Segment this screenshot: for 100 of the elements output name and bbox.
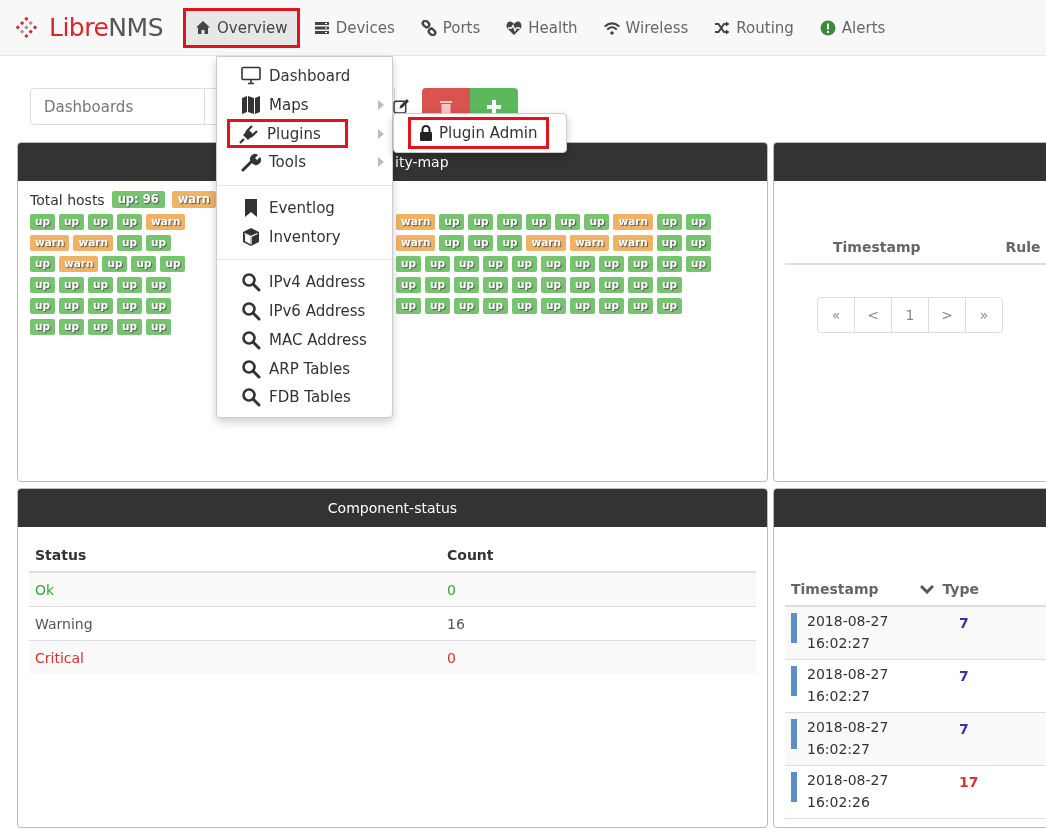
status-tile[interactable]: up [59, 214, 84, 230]
status-tile[interactable]: warn [30, 235, 70, 251]
status-tile[interactable]: up [657, 277, 682, 293]
status-tile[interactable]: warn [569, 235, 610, 251]
status-tile[interactable]: up [685, 214, 711, 230]
status-tile[interactable]: up [555, 214, 581, 230]
status-tile[interactable]: up [396, 277, 421, 293]
menu-item[interactable]: Tools [217, 148, 392, 177]
status-tile[interactable]: up [116, 235, 142, 251]
status-tile[interactable]: up [570, 277, 595, 293]
status-tile[interactable]: up [512, 256, 537, 272]
page-button[interactable]: « [817, 297, 855, 333]
menu-item[interactable]: Eventlog [217, 193, 392, 223]
status-tile[interactable]: up [541, 256, 566, 272]
status-tile[interactable]: up [599, 256, 624, 272]
chevron-down-icon[interactable] [920, 584, 935, 594]
nav-item[interactable]: Overview [183, 7, 300, 48]
status-tile[interactable]: up [439, 214, 465, 230]
status-tile[interactable]: up [483, 298, 508, 314]
status-tile[interactable]: up [570, 256, 595, 272]
status-tile[interactable]: warn [59, 256, 99, 272]
status-tile[interactable]: up [454, 277, 479, 293]
status-tile[interactable]: up [628, 277, 653, 293]
status-tile[interactable]: up [88, 277, 113, 293]
status-tile[interactable]: up [425, 298, 450, 314]
status-tile[interactable]: up [599, 298, 624, 314]
status-tile[interactable]: up [454, 298, 479, 314]
nav-item[interactable]: Alerts [807, 7, 898, 48]
status-tile[interactable]: up [145, 235, 171, 251]
page-button[interactable]: < [854, 297, 892, 333]
page-button[interactable]: » [965, 297, 1003, 333]
status-tile[interactable]: up [497, 214, 523, 230]
status-tile[interactable]: up [468, 235, 494, 251]
status-tile[interactable]: up [454, 256, 479, 272]
menu-item[interactable]: MAC Address [217, 325, 392, 355]
status-tile[interactable]: up [468, 214, 494, 230]
status-tile[interactable]: warn [613, 214, 653, 230]
status-tile[interactable]: up [541, 298, 566, 314]
status-tile[interactable]: up [483, 256, 508, 272]
menu-item[interactable]: Plugin Admin [408, 117, 549, 149]
nav-item[interactable]: Health [494, 7, 590, 48]
status-tile[interactable]: up [584, 214, 610, 230]
status-tile[interactable]: up [30, 277, 55, 293]
status-tile[interactable]: up [131, 256, 157, 272]
status-tile[interactable]: warn [396, 214, 436, 230]
status-tile[interactable]: up [541, 277, 566, 293]
status-tile[interactable]: up [570, 298, 595, 314]
dashboard-select[interactable]: Dashboards [30, 88, 205, 125]
edit-icon[interactable] [393, 98, 410, 115]
status-tile[interactable]: up [117, 319, 142, 335]
status-tile[interactable]: warn [73, 235, 113, 251]
status-tile[interactable]: up [599, 277, 624, 293]
status-tile[interactable]: up [425, 277, 450, 293]
status-tile[interactable]: up [30, 298, 55, 314]
status-tile[interactable]: up [102, 256, 128, 272]
status-tile[interactable]: up [628, 298, 653, 314]
status-tile[interactable]: up [59, 319, 84, 335]
status-tile[interactable]: up [396, 256, 421, 272]
menu-item[interactable]: Inventory [217, 222, 392, 252]
status-tile[interactable]: up [160, 256, 186, 272]
status-tile[interactable]: up [117, 298, 142, 314]
status-tile[interactable]: up [483, 277, 508, 293]
status-tile[interactable]: up [512, 277, 537, 293]
status-tile[interactable]: up [657, 256, 682, 272]
page-button[interactable]: > [928, 297, 966, 333]
status-tile[interactable]: up [526, 214, 552, 230]
status-tile[interactable]: up [30, 319, 55, 335]
status-tile[interactable]: up [146, 298, 171, 314]
status-tile[interactable]: up [59, 277, 84, 293]
nav-item[interactable]: Wireless [591, 7, 701, 48]
status-tile[interactable]: warn [613, 235, 653, 251]
status-tile[interactable]: up [396, 298, 421, 314]
status-tile[interactable]: up [30, 256, 55, 272]
status-tile[interactable]: up [628, 256, 653, 272]
status-tile[interactable]: warn [526, 235, 566, 251]
page-button[interactable]: 1 [891, 297, 929, 333]
menu-item[interactable]: Plugins [227, 119, 348, 149]
status-tile[interactable]: up [117, 214, 142, 230]
status-tile[interactable]: up [59, 298, 84, 314]
status-tile[interactable]: up [88, 214, 113, 230]
status-tile[interactable]: up: 96 [111, 191, 165, 208]
status-tile[interactable]: warn [396, 235, 436, 251]
menu-item[interactable]: IPv4 Address [217, 268, 392, 297]
nav-item[interactable]: Ports [408, 7, 493, 48]
status-tile[interactable]: up [656, 235, 682, 251]
nav-item[interactable]: Devices [301, 7, 407, 48]
status-tile[interactable]: up [686, 256, 711, 272]
menu-item[interactable]: ARP Tables [217, 354, 392, 383]
status-tile[interactable]: up [512, 298, 537, 314]
status-tile[interactable]: up [497, 235, 523, 251]
status-tile[interactable]: up [685, 235, 711, 251]
menu-item[interactable]: Maps [217, 90, 392, 120]
status-tile[interactable]: up [425, 256, 450, 272]
status-tile[interactable]: up [439, 235, 465, 251]
nav-item[interactable]: Routing [702, 7, 806, 48]
menu-item[interactable]: FDB Tables [217, 382, 392, 412]
status-tile[interactable]: up [146, 319, 171, 335]
logo[interactable]: LibreNMS [10, 10, 163, 45]
status-tile[interactable]: up [30, 214, 55, 230]
menu-item[interactable]: Dashboard [217, 62, 392, 91]
